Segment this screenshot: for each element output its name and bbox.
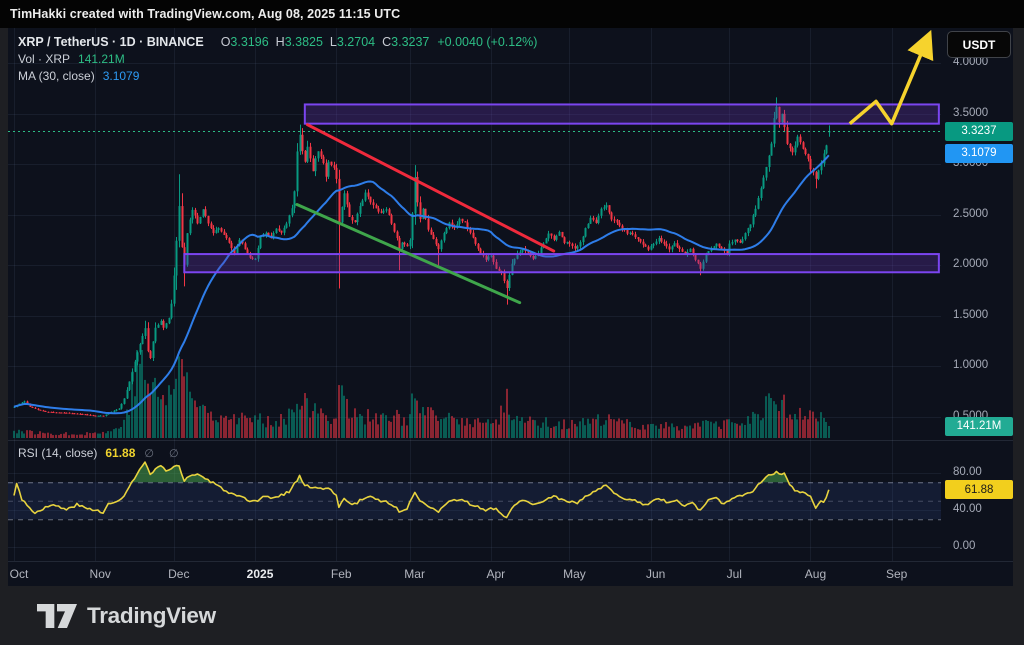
open-label: O <box>221 35 231 49</box>
high-label: H <box>276 35 285 49</box>
open-value: 3.3196 <box>230 35 268 49</box>
tradingview-snapshot: XRP / TetherUS · 1D · BINANCEO3.3196H3.3… <box>0 0 1024 645</box>
time-axis[interactable]: Oct Nov Dec 2025 Feb Mar Apr May Jun Jul Aug Sep <box>8 562 1013 586</box>
tradingview-logo-icon <box>37 604 77 628</box>
rsi-legend-row[interactable]: RSI (14, close) 61.88 ∅ ∅ <box>18 446 185 460</box>
ma-price-badge: 3.1079 <box>945 144 1013 163</box>
low-label: L <box>330 35 337 49</box>
rsi-tick-label: 80.00 <box>953 466 982 478</box>
change-readout: +0.0040 (+0.12%) <box>437 35 537 49</box>
price-tick-label: 2.5000 <box>953 208 988 220</box>
attribution-bar: TimHakki created with TradingView.com, A… <box>0 0 1024 28</box>
attribution-text: TimHakki created with TradingView.com, A… <box>10 7 400 21</box>
close-value: 3.3237 <box>391 35 429 49</box>
close-label: C <box>382 35 391 49</box>
rsi-tick-label: 0.00 <box>953 540 975 552</box>
ma-value: 3.1079 <box>103 69 140 83</box>
high-value: 3.3825 <box>285 35 323 49</box>
volume-label: Vol · XRP <box>18 52 70 66</box>
price-chart-canvas[interactable] <box>0 0 1024 645</box>
last-price-badge: 3.3237 <box>945 122 1013 141</box>
time-axis-label: 2025 <box>247 567 274 581</box>
price-tick-label: 1.0000 <box>953 359 988 371</box>
rsi-value: 61.88 <box>105 446 135 460</box>
symbol-title: XRP / TetherUS · 1D · BINANCE <box>18 35 204 49</box>
volume-badge: 141.21M <box>945 417 1013 436</box>
time-axis-label: May <box>563 567 586 581</box>
price-axis[interactable]: 3.3237 3.1079 141.21M 61.88 4.00003.5000… <box>941 28 1016 561</box>
tradingview-logo-text: TradingView <box>87 603 216 629</box>
price-tick-label: 3.5000 <box>953 107 988 119</box>
time-axis-label: Mar <box>404 567 425 581</box>
resistance-zone[interactable] <box>305 104 939 123</box>
time-axis-label: Oct <box>10 567 29 581</box>
low-value: 3.2704 <box>337 35 375 49</box>
price-tick-label: 1.5000 <box>953 309 988 321</box>
time-axis-label: Jul <box>727 567 742 581</box>
volume-value: 141.21M <box>78 52 125 66</box>
price-tick-label: 2.0000 <box>953 258 988 270</box>
legend: XRP / TetherUS · 1D · BINANCEO3.3196H3.3… <box>18 34 537 85</box>
ma-legend-row[interactable]: MA (30, close) 3.1079 <box>18 68 537 84</box>
rsi-hidden-values-icon: ∅ ∅ <box>144 448 184 460</box>
symbol-legend-row[interactable]: XRP / TetherUS · 1D · BINANCEO3.3196H3.3… <box>18 34 537 50</box>
rsi-badge: 61.88 <box>945 480 1013 499</box>
volume-legend-row[interactable]: Vol · XRP 141.21M <box>18 51 537 67</box>
footer-bar: TradingView <box>0 586 1024 645</box>
tradingview-logo[interactable]: TradingView <box>37 603 216 629</box>
rsi-tick-label: 40.00 <box>953 503 982 515</box>
time-axis-label: Nov <box>90 567 111 581</box>
rsi-label: RSI (14, close) <box>18 446 97 460</box>
time-axis-label: Sep <box>886 567 907 581</box>
time-axis-label: Aug <box>805 567 826 581</box>
chart-panel: XRP / TetherUS · 1D · BINANCEO3.3196H3.3… <box>0 0 1024 645</box>
time-axis-label: Apr <box>486 567 505 581</box>
support-zone[interactable] <box>184 254 939 272</box>
time-axis-label: Dec <box>168 567 189 581</box>
currency-toggle-button[interactable]: USDT <box>947 31 1011 58</box>
time-axis-label: Jun <box>646 567 665 581</box>
ma-label: MA (30, close) <box>18 69 95 83</box>
time-axis-label: Feb <box>331 567 352 581</box>
